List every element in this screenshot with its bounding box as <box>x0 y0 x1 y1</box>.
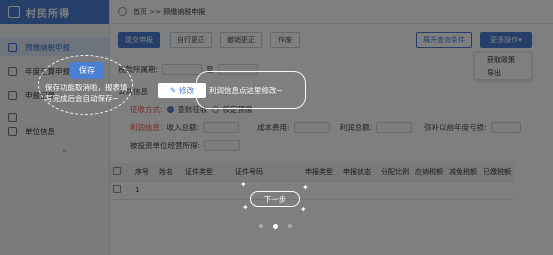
edit-tip-text: 利润信息点这里修改~ <box>209 85 283 95</box>
sparkle-icon: ✦ <box>302 183 309 192</box>
tour-step-indicator <box>259 223 292 229</box>
sparkle-icon: ✦ <box>300 205 307 214</box>
edit-label: 修改 <box>179 86 195 95</box>
save-tip-bubble: 保存功能取消啦，报表填写完成后会自动保存~ <box>38 55 133 115</box>
step-dot[interactable] <box>288 224 292 228</box>
step-dot[interactable] <box>259 224 263 228</box>
next-step-button[interactable]: 下一步 <box>250 191 300 207</box>
sparkle-icon: ✦ <box>240 180 247 189</box>
edit-tip-bubble: 利润信息点这里修改~ <box>196 71 306 109</box>
step-dot-active[interactable] <box>273 223 278 229</box>
tour-overlay[interactable] <box>0 0 553 255</box>
pencil-icon: ✎ <box>169 86 177 95</box>
sparkle-icon: ✦ <box>242 203 249 212</box>
save-tip-text: 保存功能取消啦，报表填写完成后会自动保存~ <box>45 83 128 103</box>
